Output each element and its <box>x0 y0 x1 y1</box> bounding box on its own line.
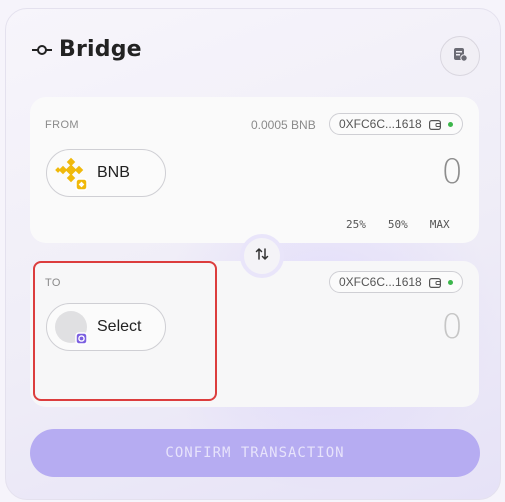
bridge-card: Bridge FROM 0.0005 BNB 0XFC6C...1618 BNB… <box>5 8 501 500</box>
connected-status-dot <box>447 121 453 127</box>
swap-direction-button[interactable] <box>240 234 284 278</box>
to-address-pill[interactable]: 0XFC6C...1618 <box>329 271 463 293</box>
history-icon <box>452 46 468 67</box>
highlight-box <box>33 261 217 401</box>
percent-25-button[interactable]: 25% <box>346 218 366 231</box>
wallet-icon <box>428 277 441 289</box>
from-token-select[interactable]: BNB <box>46 149 166 197</box>
percent-options: 25% 50% MAX <box>346 218 450 231</box>
percent-50-button[interactable]: 50% <box>388 218 408 231</box>
bridge-icon <box>31 43 53 57</box>
to-address: 0XFC6C...1618 <box>339 275 422 289</box>
bnb-logo-icon <box>55 157 88 191</box>
from-address: 0XFC6C...1618 <box>339 117 422 131</box>
swap-arrows-icon <box>254 246 270 267</box>
to-amount-output: 0 <box>441 307 463 347</box>
connected-status-dot <box>447 279 453 285</box>
percent-max-button[interactable]: MAX <box>430 218 450 231</box>
history-button[interactable] <box>440 36 480 76</box>
wallet-icon <box>428 119 441 131</box>
header: Bridge <box>31 37 142 62</box>
from-label: FROM <box>45 119 79 131</box>
from-panel: FROM 0.0005 BNB 0XFC6C...1618 BNB 0 25% … <box>30 97 479 243</box>
from-address-pill[interactable]: 0XFC6C...1618 <box>329 113 463 135</box>
from-token-name: BNB <box>97 164 130 181</box>
page-title: Bridge <box>59 37 142 62</box>
confirm-transaction-button[interactable]: CONFIRM TRANSACTION <box>30 429 480 477</box>
from-balance: 0.0005 BNB <box>251 118 316 132</box>
from-amount-input[interactable]: 0 <box>441 152 463 192</box>
